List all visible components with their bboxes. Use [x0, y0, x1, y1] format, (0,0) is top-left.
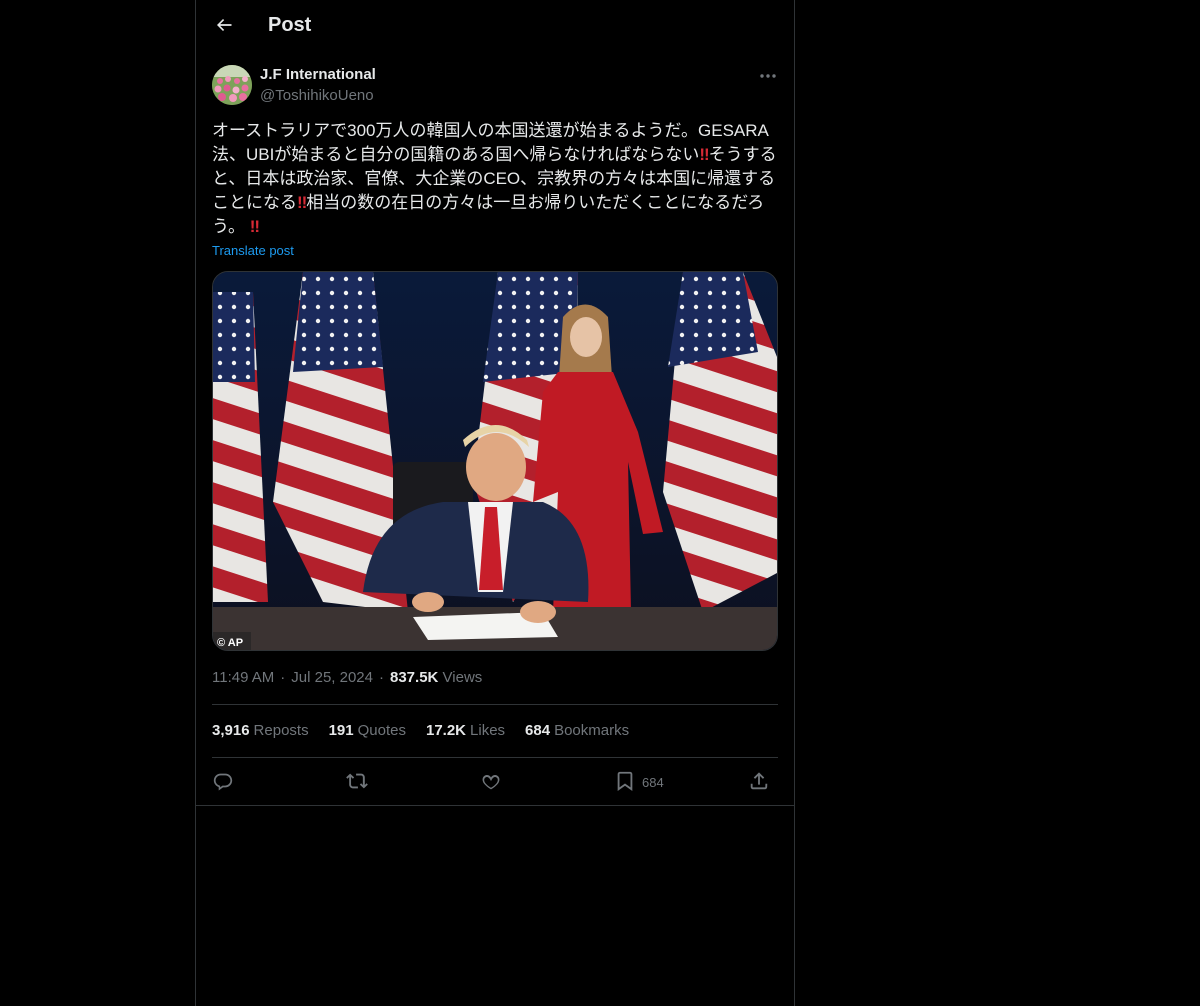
reply-button[interactable] — [212, 764, 234, 800]
author-name[interactable]: J.F International — [260, 66, 376, 83]
share-button[interactable] — [748, 764, 770, 800]
author-handle[interactable]: @ToshihikoUeno — [260, 87, 374, 104]
post-column: Post J.F International @ToshihikoUeno オー… — [195, 0, 795, 1006]
bookmark-icon — [614, 770, 636, 795]
heart-icon — [480, 770, 502, 795]
views-label: Views — [442, 669, 483, 686]
avatar[interactable] — [212, 65, 252, 105]
page-title: Post — [268, 14, 312, 36]
reposts-count: 3,916 — [212, 722, 250, 739]
like-button[interactable] — [480, 764, 502, 800]
quotes-count: 191 — [328, 722, 354, 739]
image-credit: © AP — [217, 637, 243, 649]
reposts-stat[interactable]: 3,916 Reposts — [212, 722, 309, 739]
action-bar: 684 — [212, 764, 778, 800]
post-date[interactable]: Jul 25, 2024 — [291, 669, 373, 686]
bookmarks-label: Bookmarks — [554, 722, 630, 739]
post-header: Post — [196, 0, 794, 54]
double-exclamation-emoji: ‼ — [699, 145, 709, 164]
meta-separator: · — [280, 669, 286, 686]
bookmark-count: 684 — [642, 774, 664, 790]
repost-icon — [346, 770, 368, 795]
reposts-label: Reposts — [253, 722, 309, 739]
translate-post-link[interactable]: Translate post — [212, 243, 294, 258]
double-exclamation-emoji: ‼ — [249, 217, 260, 236]
likes-label: Likes — [470, 722, 506, 739]
double-exclamation-emoji: ‼ — [297, 193, 307, 212]
post-stats: 3,916 Reposts 191 Quotes 17.2K Likes 684 Boo… — [212, 722, 629, 739]
divider — [196, 805, 794, 806]
more-dots-icon — [759, 66, 777, 84]
bookmarks-count: 684 — [525, 722, 551, 739]
back-button[interactable] — [206, 9, 242, 45]
share-icon — [748, 770, 770, 795]
repost-button[interactable] — [346, 764, 368, 800]
post-meta: 11:49 AM · Jul 25, 2024 · 837.5K Views — [212, 669, 482, 686]
quotes-label: Quotes — [357, 722, 406, 739]
views-count: 837.5K — [390, 669, 439, 686]
more-options-button[interactable] — [754, 64, 782, 86]
bookmarks-stat[interactable]: 684 Bookmarks — [525, 722, 629, 739]
post-image[interactable]: © AP — [212, 271, 778, 651]
divider — [212, 757, 778, 758]
arrow-left-icon — [214, 15, 234, 40]
likes-count: 17.2K — [425, 722, 467, 739]
divider — [212, 704, 778, 705]
bookmark-button[interactable]: 684 — [614, 764, 664, 800]
quotes-stat[interactable]: 191 Quotes — [329, 722, 406, 739]
likes-stat[interactable]: 17.2K Likes — [426, 722, 505, 739]
reply-icon — [212, 770, 234, 795]
meta-separator: · — [379, 669, 384, 686]
post-text: オーストラリアで300万人の韓国人の本国送還が始まるようだ。GESARA法、UB… — [212, 119, 778, 239]
post-text-part-1: オーストラリアで300万人の韓国人の本国送還が始まるようだ。GESARA法、UB… — [212, 121, 769, 164]
post-time[interactable]: 11:49 AM — [212, 669, 274, 686]
